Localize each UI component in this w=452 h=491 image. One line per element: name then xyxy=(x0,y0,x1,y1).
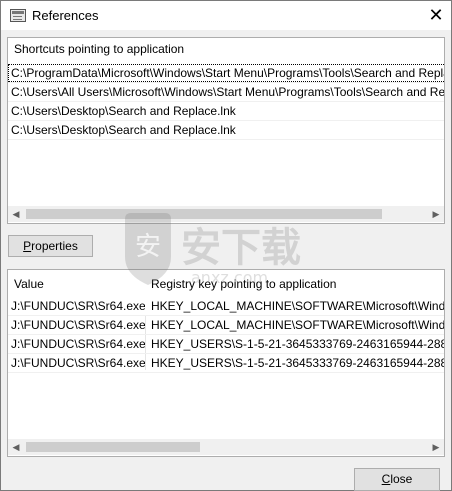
properties-button[interactable]: Properties xyxy=(8,235,93,257)
registry-list[interactable]: Value Registry key pointing to applicati… xyxy=(7,269,445,457)
registry-key-cell: HKEY_LOCAL_MACHINE\SOFTWARE\Microsoft\Wi… xyxy=(151,299,444,313)
value-column-header[interactable]: Value xyxy=(8,273,150,295)
registry-row[interactable]: J:\FUNDUC\SR\Sr64.exe HKEY_USERS\S-1-5-2… xyxy=(8,335,444,354)
scroll-right-arrow-icon[interactable]: ▶ xyxy=(428,206,444,222)
close-window-icon[interactable]: ✕ xyxy=(421,1,451,30)
svg-text:安: 安 xyxy=(135,232,161,262)
shortcuts-list[interactable]: Shortcuts pointing to application C:\Pro… xyxy=(7,37,445,224)
registry-key-column-header[interactable]: Registry key pointing to application xyxy=(145,273,336,295)
scrollbar-thumb[interactable] xyxy=(26,442,200,452)
registry-row[interactable]: J:\FUNDUC\SR\Sr64.exe HKEY_LOCAL_MACHINE… xyxy=(8,297,444,316)
shortcut-path: C:\ProgramData\Microsoft\Windows\Start M… xyxy=(8,64,444,82)
shortcuts-column-header[interactable]: Shortcuts pointing to application xyxy=(8,38,184,60)
registry-key-cell: HKEY_LOCAL_MACHINE\SOFTWARE\Microsoft\Wi… xyxy=(151,318,444,332)
registry-row[interactable]: J:\FUNDUC\SR\Sr64.exe HKEY_LOCAL_MACHINE… xyxy=(8,316,444,335)
properties-label: roperties xyxy=(31,239,78,253)
value-cell: J:\FUNDUC\SR\Sr64.exe xyxy=(11,299,145,313)
shortcut-path: C:\Users\Desktop\Search and Replace.lnk xyxy=(11,104,236,118)
registry-horizontal-scrollbar[interactable]: ◀ ▶ xyxy=(8,439,444,455)
shortcuts-horizontal-scrollbar[interactable]: ◀ ▶ xyxy=(8,206,444,222)
title-bar: References ✕ xyxy=(1,1,451,30)
registry-key-cell: HKEY_USERS\S-1-5-21-3645333769-246316594… xyxy=(151,337,444,351)
shortcut-path: C:\Users\All Users\Microsoft\Windows\Sta… xyxy=(11,85,445,99)
close-button[interactable]: Close xyxy=(354,468,440,491)
properties-accel: P xyxy=(23,239,32,253)
registry-row[interactable]: J:\FUNDUC\SR\Sr64.exe HKEY_USERS\S-1-5-2… xyxy=(8,354,444,373)
shortcut-path: C:\Users\Desktop\Search and Replace.lnk xyxy=(11,123,236,137)
scroll-left-arrow-icon[interactable]: ◀ xyxy=(8,439,24,455)
shortcut-row[interactable]: C:\ProgramData\Microsoft\Windows\Start M… xyxy=(8,64,444,83)
scroll-left-arrow-icon[interactable]: ◀ xyxy=(8,206,24,222)
scrollbar-thumb[interactable] xyxy=(26,209,382,219)
shortcut-row[interactable]: C:\Users\Desktop\Search and Replace.lnk xyxy=(8,102,444,121)
shortcut-row[interactable]: C:\Users\All Users\Microsoft\Windows\Sta… xyxy=(8,83,444,102)
value-cell: J:\FUNDUC\SR\Sr64.exe xyxy=(11,318,145,332)
window-title: References xyxy=(32,8,99,23)
references-dialog: References ✕ Shortcuts pointing to appli… xyxy=(0,0,452,491)
close-label: lose xyxy=(390,472,413,486)
shortcut-row[interactable]: C:\Users\Desktop\Search and Replace.lnk xyxy=(8,121,444,140)
registry-key-cell: HKEY_USERS\S-1-5-21-3645333769-246316594… xyxy=(151,356,444,370)
value-cell: J:\FUNDUC\SR\Sr64.exe xyxy=(11,356,145,370)
value-cell: J:\FUNDUC\SR\Sr64.exe xyxy=(11,337,145,351)
app-window-icon xyxy=(10,9,26,22)
scroll-right-arrow-icon[interactable]: ▶ xyxy=(428,439,444,455)
watermark-cn-text: 安下载 xyxy=(181,225,301,271)
